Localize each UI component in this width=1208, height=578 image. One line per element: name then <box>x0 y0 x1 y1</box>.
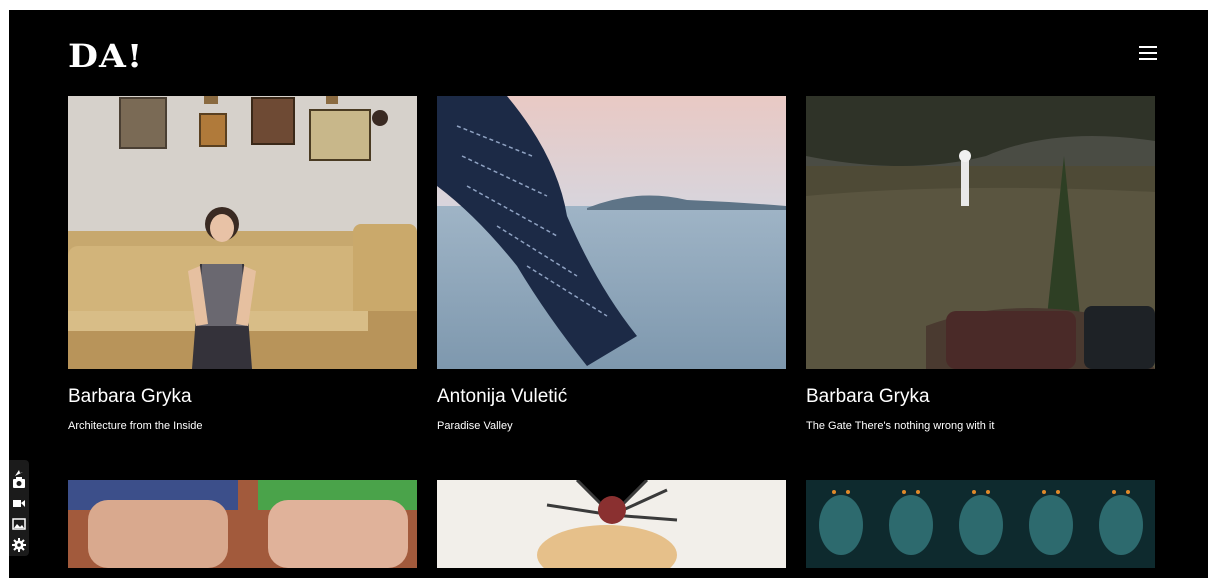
settings-icon[interactable] <box>12 537 26 552</box>
project-thumbnail[interactable] <box>437 96 786 369</box>
artwork-title: The Gate There's nothing wrong with it <box>806 420 995 432</box>
artwork-title: Architecture from the Inside <box>68 420 203 432</box>
artist-name[interactable]: Barbara Gryka <box>806 386 930 408</box>
project-thumbnail[interactable] <box>806 480 1155 568</box>
gallery-icon[interactable] <box>12 516 26 530</box>
project-thumbnail[interactable] <box>437 480 786 568</box>
artist-name[interactable]: Antonija Vuletić <box>437 386 567 408</box>
pin-icon[interactable] <box>12 462 26 476</box>
artist-name[interactable]: Barbara Gryka <box>68 386 192 408</box>
video-icon[interactable] <box>12 495 26 509</box>
page-frame: DA! Barbara Gryka Architecture from the … <box>9 10 1208 578</box>
artwork-title: Paradise Valley <box>437 420 513 432</box>
site-logo[interactable]: DA! <box>68 37 143 75</box>
project-thumbnail[interactable] <box>806 96 1155 369</box>
camera-icon[interactable] <box>12 474 26 488</box>
hamburger-menu-icon[interactable] <box>1139 46 1157 60</box>
capture-toolbar <box>9 460 29 556</box>
project-thumbnail[interactable] <box>68 96 417 369</box>
project-thumbnail[interactable] <box>68 480 417 568</box>
